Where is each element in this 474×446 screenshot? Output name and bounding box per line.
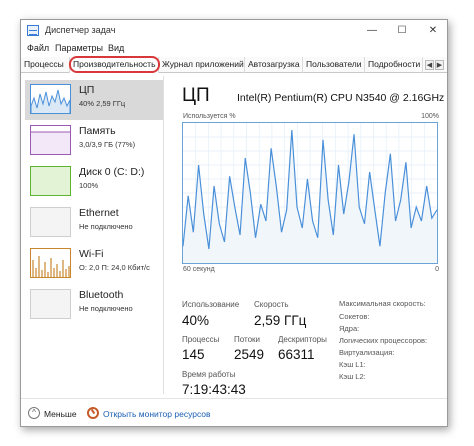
threads-value: 2549	[234, 347, 265, 362]
sidebar-disk-sub: 100%	[79, 181, 99, 190]
graph-axis-time: 60 секунд	[183, 266, 215, 273]
processes-value: 145	[182, 347, 205, 362]
task-manager-window: Диспетчер задач — ☐ ✕ Файл Параметры Вид…	[20, 19, 448, 427]
window-title: Диспетчер задач	[45, 25, 116, 35]
tab-users[interactable]: Пользователи	[303, 57, 365, 73]
uptime-value: 7:19:43:43	[182, 382, 246, 397]
ethernet-thumbnail	[30, 207, 71, 237]
menu-options[interactable]: Параметры	[55, 43, 103, 53]
task-manager-icon	[27, 25, 39, 36]
cpu-title: ЦП	[182, 85, 210, 106]
speed-value: 2,59 ГГц	[254, 313, 307, 328]
sidebar-item-cpu[interactable]: ЦП 40% 2,59 ГГц	[25, 80, 163, 120]
maximize-button[interactable]: ☐	[387, 21, 417, 41]
footer-bar: ^ Меньше Открыть монитор ресурсов	[21, 398, 447, 426]
tab-scroll-right-icon[interactable]: ▶	[435, 60, 444, 70]
utilization-value: 40%	[182, 313, 210, 328]
resource-monitor-icon	[87, 407, 99, 419]
cache-l1-label: Кэш L1:	[339, 360, 366, 369]
fewer-details-button[interactable]: Меньше	[44, 409, 77, 419]
handles-value: 66311	[278, 347, 315, 362]
virtualization-label: Виртуализация:	[339, 348, 395, 357]
tab-performance[interactable]: Производительность	[70, 57, 159, 73]
cache-l2-label: Кэш L2:	[339, 372, 366, 381]
tab-details[interactable]: Подробности	[365, 57, 423, 73]
menu-bar: Файл Параметры Вид	[21, 42, 447, 56]
tab-scroll-left-icon[interactable]: ◀	[425, 60, 434, 70]
bluetooth-thumbnail	[30, 289, 71, 319]
minimize-button[interactable]: —	[357, 21, 387, 41]
resource-sidebar: ЦП 40% 2,59 ГГц Память 3,0/3,9 ГБ (77%) …	[21, 76, 164, 394]
sidebar-item-wifi[interactable]: Wi-Fi О: 2,0 П: 24,0 Кбит/с	[25, 244, 163, 284]
utilization-label: Использование	[182, 300, 240, 309]
processes-label: Процессы	[182, 335, 220, 344]
cpu-model: Intel(R) Pentium(R) CPU N3540 @ 2.16GHz	[237, 92, 445, 104]
sidebar-bluetooth-sub: Не подключено	[79, 304, 133, 313]
speed-label: Скорость	[254, 300, 289, 309]
graph-axis-zero: 0	[435, 266, 439, 273]
tab-processes[interactable]: Процессы	[21, 57, 70, 73]
sidebar-ethernet-sub: Не подключено	[79, 222, 133, 231]
sidebar-memory-title: Память	[79, 125, 116, 137]
sidebar-memory-sub: 3,0/3,9 ГБ (77%)	[79, 140, 136, 149]
cpu-usage-graph	[182, 122, 438, 264]
sockets-label: Сокетов:	[339, 312, 370, 321]
tab-bar: Процессы Производительность Журнал прило…	[21, 57, 447, 73]
memory-thumbnail	[30, 125, 71, 155]
sidebar-item-ethernet[interactable]: Ethernet Не подключено	[25, 203, 163, 243]
sidebar-ethernet-title: Ethernet	[79, 207, 119, 219]
graph-label-max: 100%	[421, 113, 439, 120]
sidebar-bluetooth-title: Bluetooth	[79, 289, 124, 301]
disk-thumbnail	[30, 166, 71, 196]
sidebar-cpu-sub: 40% 2,59 ГГц	[79, 99, 126, 108]
chevron-up-icon[interactable]: ^	[28, 407, 40, 419]
threads-label: Потоки	[234, 335, 261, 344]
sidebar-item-bluetooth[interactable]: Bluetooth Не подключено	[25, 285, 163, 325]
uptime-label: Время работы	[182, 370, 236, 379]
graph-label-usage: Используется %	[183, 113, 236, 120]
sidebar-disk-title: Диск 0 (C: D:)	[79, 166, 145, 178]
handles-label: Дескрипторы	[278, 335, 327, 344]
sidebar-item-memory[interactable]: Память 3,0/3,9 ГБ (77%)	[25, 121, 163, 161]
close-button[interactable]: ✕	[418, 21, 447, 41]
menu-view[interactable]: Вид	[108, 43, 124, 53]
title-bar: Диспетчер задач — ☐ ✕	[21, 20, 447, 42]
sidebar-cpu-title: ЦП	[79, 84, 95, 96]
cpu-thumbnail	[30, 84, 71, 114]
wifi-thumbnail	[30, 248, 71, 278]
cpu-detail-panel: ЦП Intel(R) Pentium(R) CPU N3540 @ 2.16G…	[179, 80, 445, 400]
tab-startup[interactable]: Автозагрузка	[245, 57, 303, 73]
logical-processors-label: Логических процессоров:	[339, 336, 428, 345]
open-resource-monitor-link[interactable]: Открыть монитор ресурсов	[103, 409, 211, 419]
tab-app-history[interactable]: Журнал приложений	[159, 57, 245, 73]
sidebar-wifi-sub: О: 2,0 П: 24,0 Кбит/с	[79, 263, 150, 272]
sidebar-wifi-title: Wi-Fi	[79, 248, 104, 260]
menu-file[interactable]: Файл	[27, 43, 49, 53]
max-speed-label: Максимальная скорость:	[339, 299, 426, 308]
cores-label: Ядра:	[339, 324, 360, 333]
sidebar-item-disk[interactable]: Диск 0 (C: D:) 100%	[25, 162, 163, 202]
